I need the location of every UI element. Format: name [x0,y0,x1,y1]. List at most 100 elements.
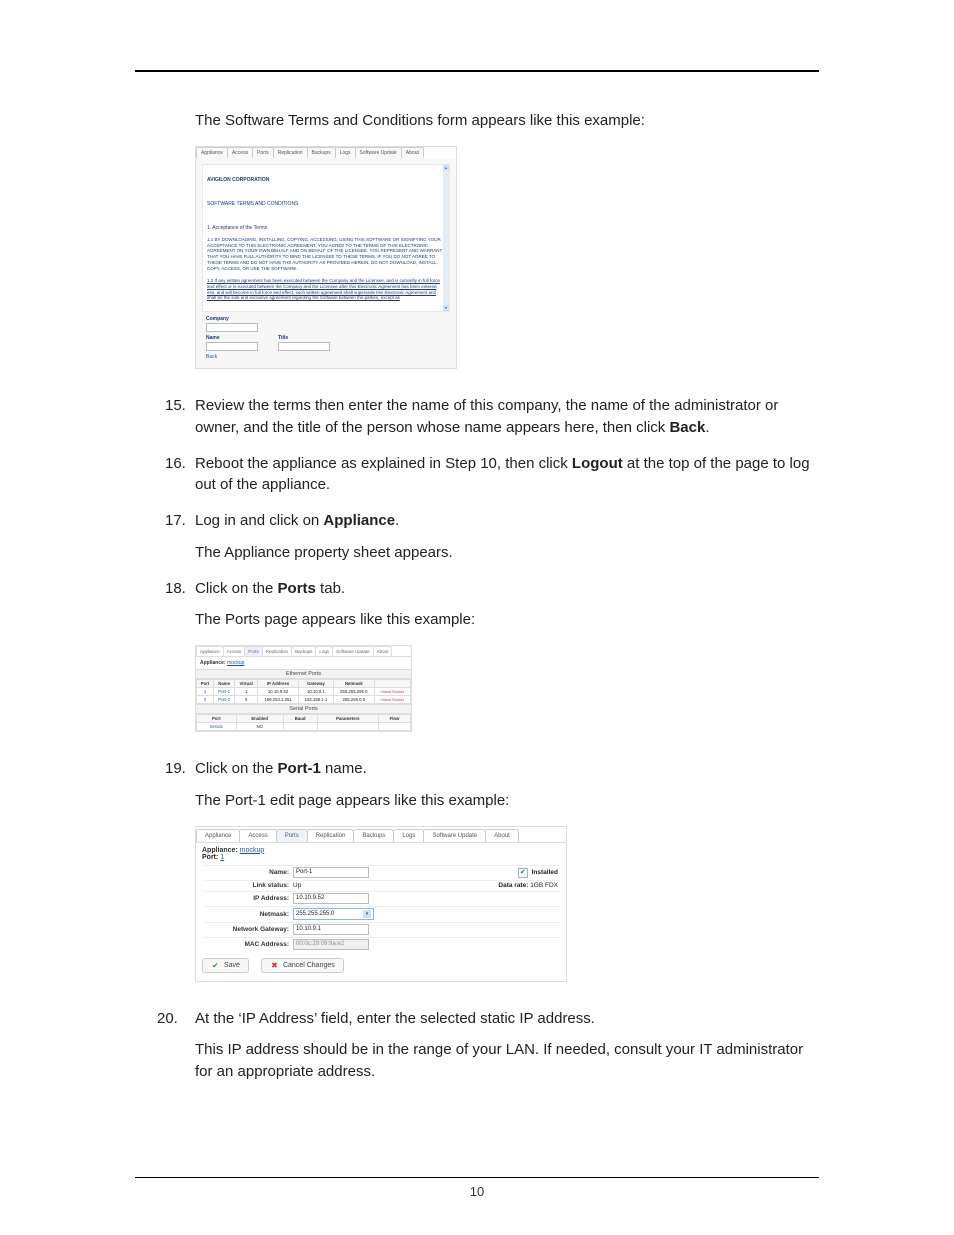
ethernet-table: Port Name Virtual IP Address Gateway Net… [196,679,411,704]
tab-about[interactable]: About [485,829,519,842]
appliance-name-link[interactable]: mockup [240,847,265,854]
ip-input[interactable]: 10.10.9.52 [293,893,369,904]
appliance-name-link[interactable]: mockup [227,660,245,666]
step-text: Click on the [195,760,278,777]
netmask-value: 255.255.255.0 [296,911,334,917]
step-number: 15. [165,395,186,417]
ss3-tabstrip: Appliance Access Ports Replication Backu… [196,827,566,843]
tab-access[interactable]: Access [223,646,246,656]
tab-logs[interactable]: Logs [335,147,356,158]
ss3-appliance: Appliance: mockup [196,843,566,854]
company-input[interactable] [206,323,258,332]
tab-about[interactable]: About [373,646,393,656]
tab-appliance[interactable]: Appliance [196,147,228,158]
cancel-label: Cancel Changes [283,962,335,969]
step-17-line2: The Appliance property sheet appears. [195,542,819,564]
cell-params [317,723,378,731]
netmask-select[interactable]: 255.255.255.0 ▾ [293,908,374,920]
cell-ip: 10.10.9.52 [258,688,299,696]
tab-ports[interactable]: Ports [244,646,263,656]
tab-logs[interactable]: Logs [315,646,333,656]
tab-replication[interactable]: Replication [307,829,355,842]
para-1-2: 1.2 If any written agreement has been ex… [207,278,443,301]
tab-replication[interactable]: Replication [262,646,292,656]
tab-replication[interactable]: Replication [273,147,308,158]
cell-enabled: NO [236,723,283,731]
step-text-b: name. [321,760,367,777]
tab-logs[interactable]: Logs [393,829,424,842]
cancel-button[interactable]: ✖ Cancel Changes [261,958,344,973]
intro-text: The Software Terms and Conditions form a… [195,110,819,132]
cell-port[interactable]: Serial1 [197,723,237,731]
cell-action[interactable]: Virtual Routes [374,696,410,704]
col-action [374,680,410,688]
name-label: Name [206,335,258,341]
tab-access[interactable]: Access [227,147,253,158]
cell-gw: 192.168.1.1 [299,696,334,704]
screenshot-port1: Appliance Access Ports Replication Backu… [195,826,567,982]
save-button[interactable]: ✔ Save [202,958,249,973]
cell-port[interactable]: 1 [197,688,214,696]
tab-appliance[interactable]: Appliance [196,646,224,656]
appliance-title: Appliance: mockup [196,657,411,669]
tab-ports[interactable]: Ports [276,829,308,842]
tab-backups[interactable]: Backups [353,829,394,842]
gateway-input[interactable]: 10.10.9.1 [293,924,369,935]
cell-mask: 255.255.255.0 [333,688,374,696]
ss1-form: Company Name Title [202,312,450,362]
chevron-down-icon: ▾ [363,910,371,918]
appliance-label: Appliance: [202,847,238,854]
cell-action[interactable]: Virtual Routes [374,688,410,696]
installed-label: Installed [532,869,558,876]
gateway-label: Network Gateway: [202,922,291,937]
cell-gw: 10.10.9.1 [299,688,334,696]
tab-backups[interactable]: Backups [307,147,336,158]
tab-ports[interactable]: Ports [252,147,274,158]
step-text-b: . [705,419,709,436]
step-number: 16. [165,453,186,475]
tab-backups[interactable]: Backups [291,646,316,656]
tab-software-update[interactable]: Software Update [355,147,402,158]
port1-bold: Port-1 [278,760,321,777]
table-header-row: Port Enabled Baud Parameters Flow [197,715,411,723]
tab-software-update[interactable]: Software Update [332,646,374,656]
col-ip: IP Address [258,680,299,688]
name-input[interactable] [206,342,258,351]
port-number-link[interactable]: 1 [220,854,224,861]
logout-bold: Logout [572,455,623,472]
col-gateway: Gateway [299,680,334,688]
appliance-label: Appliance: [200,660,226,666]
name-input[interactable]: Port-1 [293,867,369,878]
col-virtual: Virtual [235,680,258,688]
col-port: Port [197,680,214,688]
table-header-row: Port Name Virtual IP Address Gateway Net… [197,680,411,688]
col-baud: Baud [283,715,317,723]
figure-ports-table: Appliance Access Ports Replication Backu… [195,645,819,732]
table-row: Serial1 NO [197,723,411,731]
step-text-b: . [395,512,399,529]
cell-port[interactable]: 2 [197,696,214,704]
back-link[interactable]: Back [206,354,446,360]
tab-access[interactable]: Access [239,829,276,842]
cell-name[interactable]: Port-2 [214,696,235,704]
step-number: 19. [165,758,186,780]
step-text-b: tab. [316,580,345,597]
screenshot-ports: Appliance Access Ports Replication Backu… [195,645,412,732]
step-18-line2: The Ports page appears like this example… [195,609,819,631]
installed-checkbox[interactable]: ✔ [518,868,528,878]
tab-about[interactable]: About [401,147,424,158]
title-input[interactable] [278,342,330,351]
step-20: 20. At the ‘IP Address’ field, enter the… [135,1008,819,1083]
cell-virtual: 0 [235,696,258,704]
tab-software-update[interactable]: Software Update [423,829,486,842]
company-label: Company [206,316,258,322]
figure-port1-editor: Appliance Access Ports Replication Backu… [195,826,819,982]
tab-appliance[interactable]: Appliance [196,829,240,842]
ss3-buttons: ✔ Save ✖ Cancel Changes [196,952,566,973]
col-flow: Flow [379,715,411,723]
step-17: 17. Log in and click on Appliance. The A… [135,510,819,564]
ss1-scrollarea: AVIGILON CORPORATION SOFTWARE TERMS AND … [203,165,449,311]
linkstatus-label: Link status: [202,880,291,891]
cell-name[interactable]: Port-1 [214,688,235,696]
ss3-form: Name: Port-1 ✔ Installed Link status: Up… [196,865,566,952]
